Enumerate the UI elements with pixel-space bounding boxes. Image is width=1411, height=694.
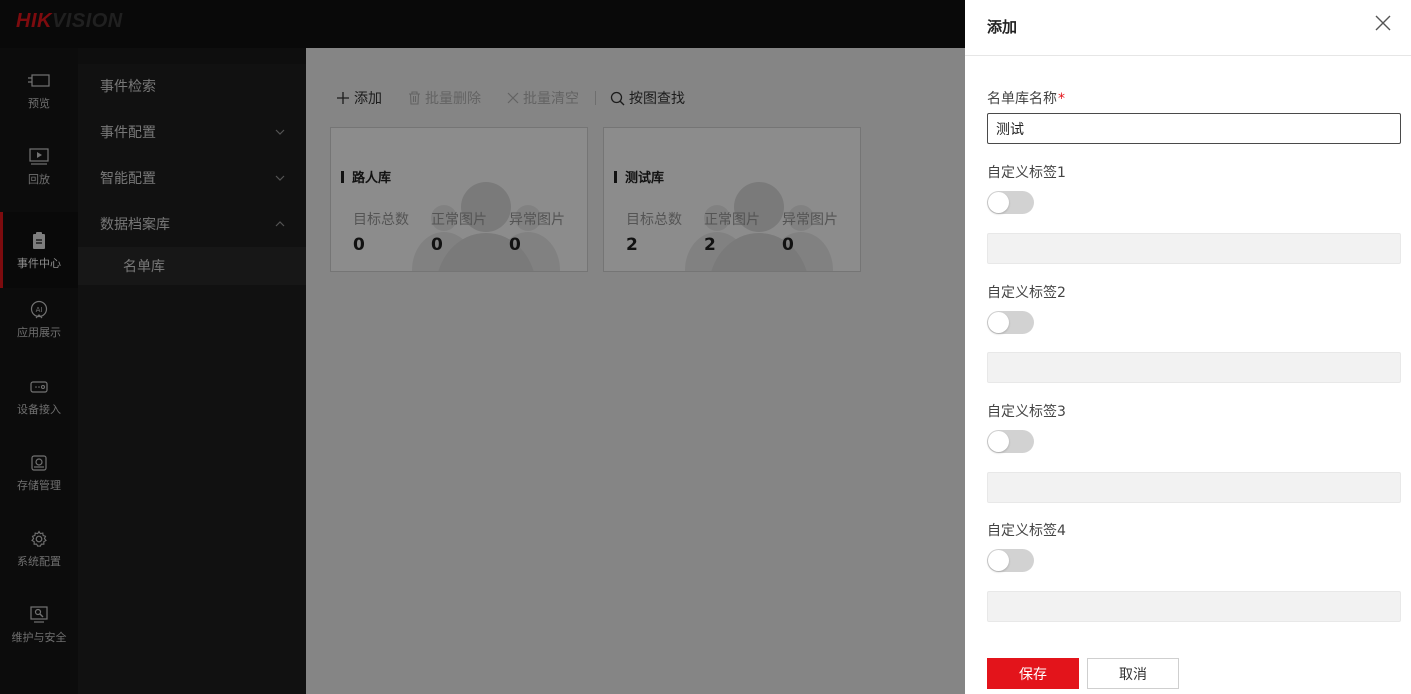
drawer-title: 添加: [987, 18, 1018, 36]
custom-tag-3-input[interactable]: [987, 472, 1401, 503]
custom-tag-4-label: 自定义标签4: [987, 523, 1066, 539]
drawer-header: 添加: [965, 0, 1411, 56]
required-mark: *: [1058, 91, 1065, 107]
custom-tag-3-toggle[interactable]: [987, 430, 1034, 453]
cancel-button[interactable]: 取消: [1087, 658, 1179, 689]
custom-tag-1-input[interactable]: [987, 233, 1401, 264]
custom-tag-2-input[interactable]: [987, 352, 1401, 383]
custom-tag-4-input[interactable]: [987, 591, 1401, 622]
save-button[interactable]: 保存: [987, 658, 1079, 689]
add-library-drawer: 添加 名单库名称* 自定义标签1 自定义标签2 自定义标签3 自定义标签4 保存…: [965, 0, 1411, 694]
custom-tag-1-label: 自定义标签1: [987, 165, 1066, 181]
library-name-label-text: 名单库名称: [987, 91, 1057, 107]
library-name-input[interactable]: [987, 113, 1401, 144]
custom-tag-4-toggle[interactable]: [987, 549, 1034, 572]
custom-tag-3-label: 自定义标签3: [987, 404, 1066, 420]
modal-overlay[interactable]: [0, 0, 965, 694]
close-icon[interactable]: [1373, 13, 1393, 33]
custom-tag-1-toggle[interactable]: [987, 191, 1034, 214]
library-name-label: 名单库名称*: [987, 88, 1065, 108]
custom-tag-2-toggle[interactable]: [987, 311, 1034, 334]
custom-tag-2-label: 自定义标签2: [987, 285, 1066, 301]
